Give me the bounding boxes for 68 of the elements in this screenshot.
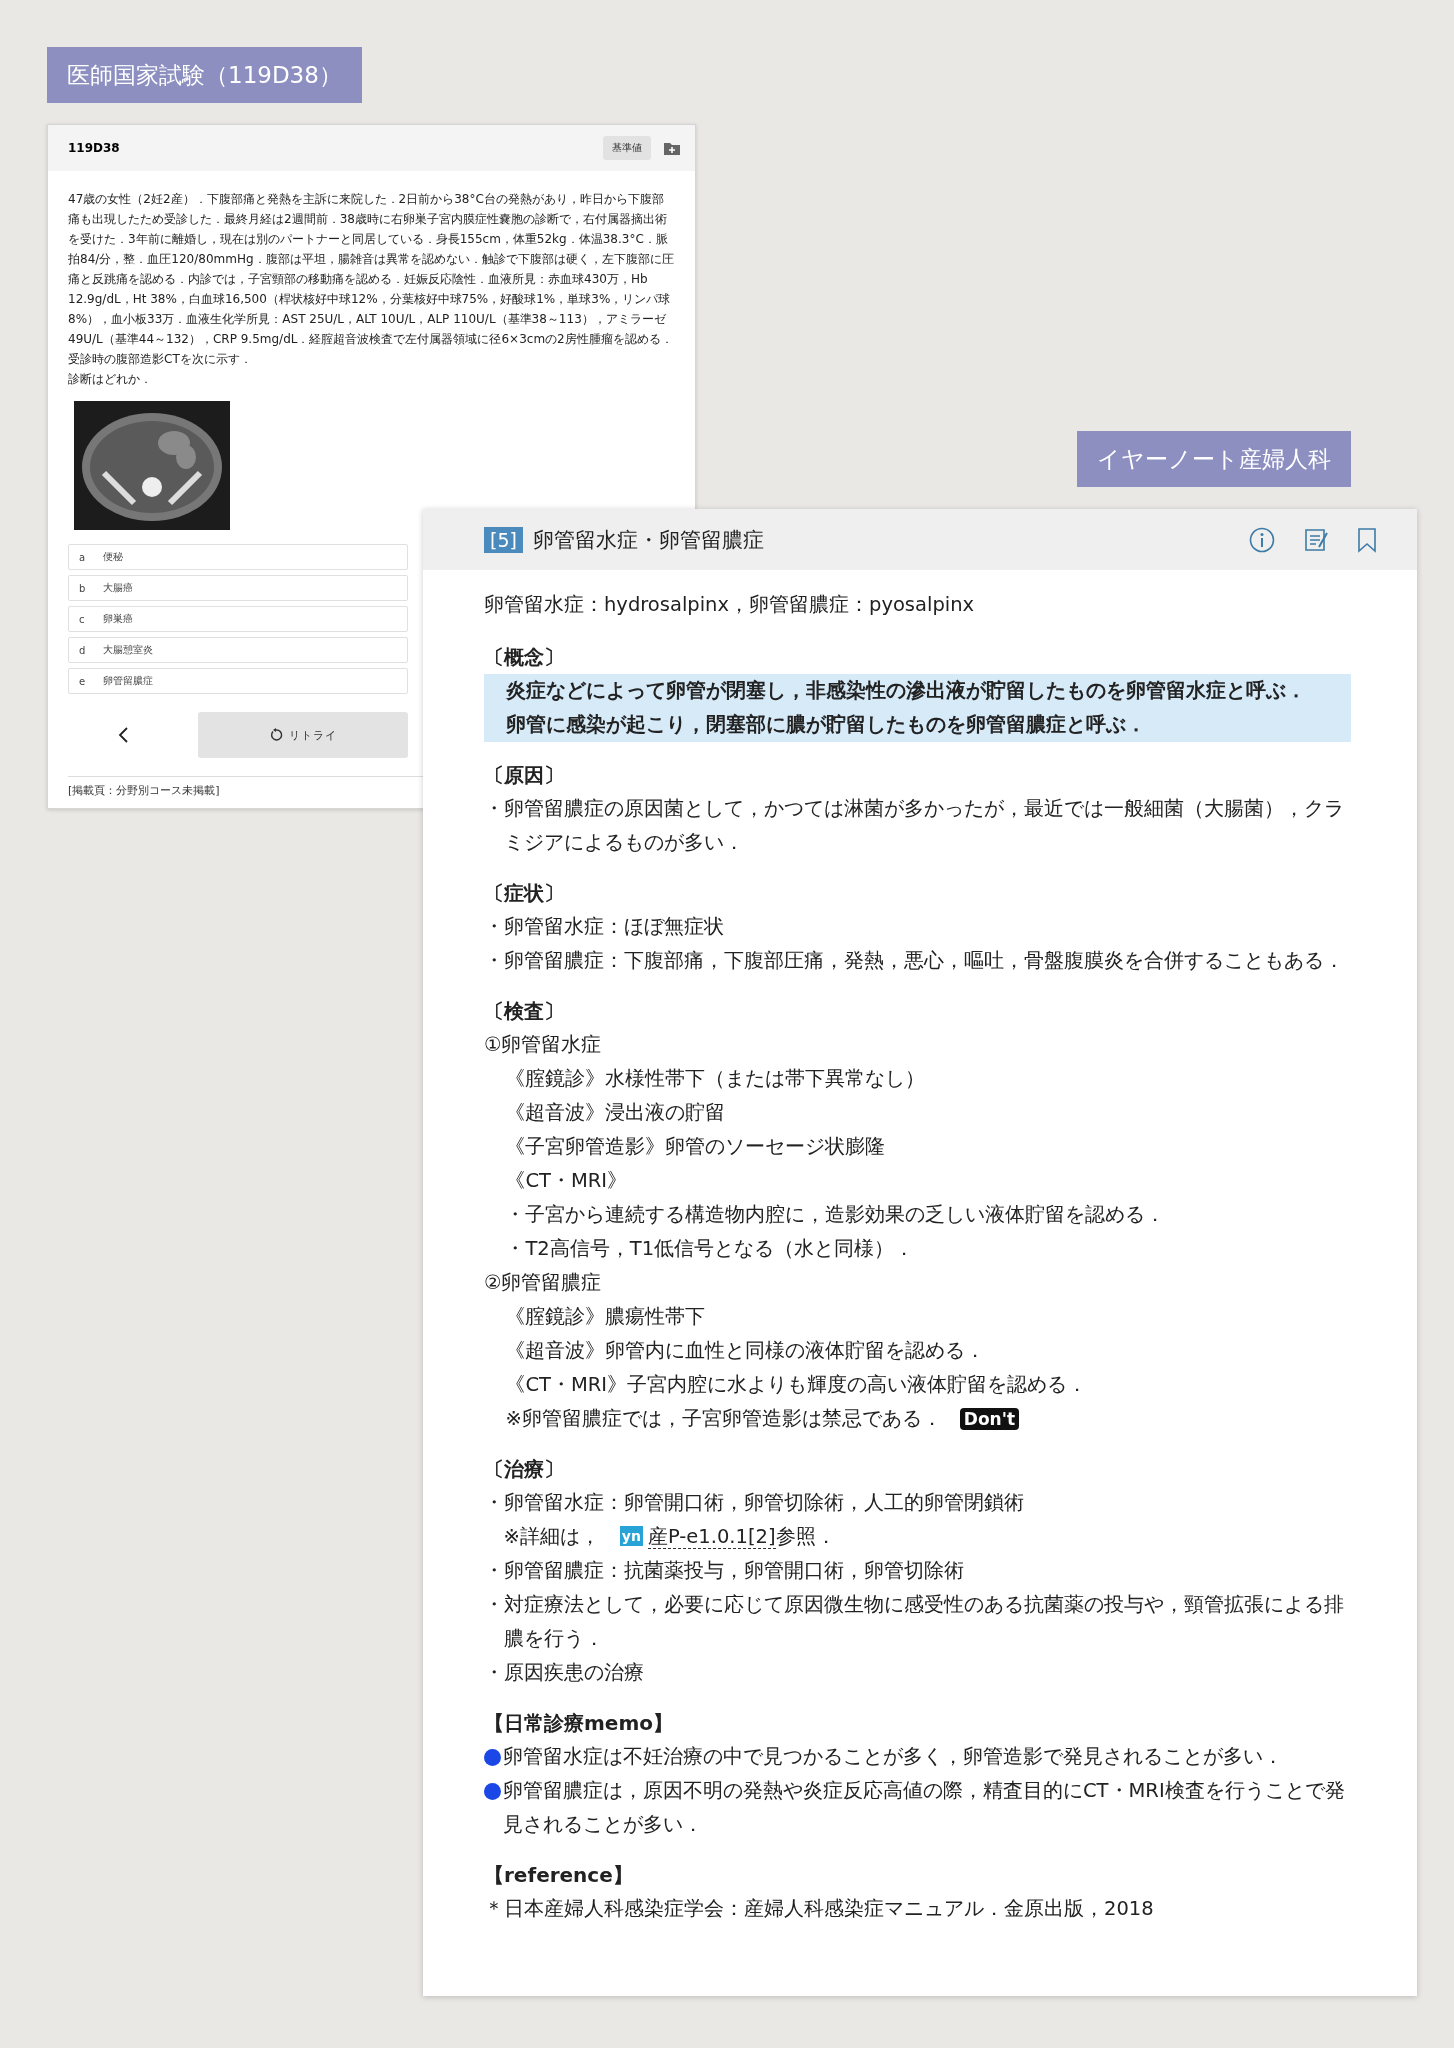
option-letter: a xyxy=(79,551,86,563)
bookmark-icon[interactable] xyxy=(1357,526,1377,553)
answer-option[interactable]: e 卵管留膿症 xyxy=(68,668,408,694)
answer-option[interactable]: d 大腸憩室炎 xyxy=(68,637,408,663)
option-text: 大腸憩室炎 xyxy=(103,643,154,657)
section-label: 医師国家試験（119D38） xyxy=(47,47,362,103)
option-text: 卵巣癌 xyxy=(102,612,133,626)
note-line: 《腟鏡診》膿瘍性帯下 xyxy=(504,1304,707,1330)
answer-option[interactable]: c 卵巣癌 xyxy=(68,606,408,632)
chevron-left-icon xyxy=(117,726,129,744)
folder-plus-icon[interactable] xyxy=(663,140,681,156)
answer-option[interactable]: a 便秘 xyxy=(68,544,408,570)
note-line: ・卵管留水症：卵管開口術，卵管切除術，人工的卵管閉鎖術 xyxy=(484,1490,1025,1516)
note-line: 《超音波》浸出液の貯留 xyxy=(504,1100,727,1126)
note-line: ・卵管留水症：ほぼ無症状 xyxy=(484,914,725,940)
note-line: ②卵管留膿症 xyxy=(484,1270,603,1296)
section-heading: 〔治療〕 xyxy=(484,1456,565,1483)
option-text: 便秘 xyxy=(103,550,124,564)
note-line: 《CT・MRI》 xyxy=(504,1168,629,1194)
note-line: ・卵管留膿症：抗菌薬投与，卵管開口術，卵管切除術 xyxy=(484,1558,965,1584)
definition-line: 炎症などによって卵管が閉塞し，非感染性の滲出液が貯留したものを卵管留水症と呼ぶ． xyxy=(506,678,1307,704)
retry-icon xyxy=(269,728,283,742)
option-letter: e xyxy=(79,675,86,687)
note-line: 卵管留水症は不妊治療の中で見つかることが多く，卵管造影で発見されることが多い． xyxy=(503,1744,1283,1770)
section-heading: 〔概念〕 xyxy=(484,644,565,671)
note-line: 卵管留膿症は，原因不明の発熱や炎症反応高値の際，精査目的にCT・MRI検査を行うことで発見されることが多い． xyxy=(503,1778,1346,1838)
note-line: ※卵管留膿症では，子宮卵管造影は禁忌である． xyxy=(505,1407,942,1430)
note-line: 《CT・MRI》子宮内腔に水よりも輝度の高い液体貯留を認める． xyxy=(504,1372,1089,1398)
question-prompt: 診断はどれか． xyxy=(68,371,153,388)
question-id: 119D38 xyxy=(68,141,121,155)
option-letter: c xyxy=(79,613,85,625)
reference-values-button[interactable]: 基準値 xyxy=(603,136,651,160)
note-line: 参照． xyxy=(775,1525,836,1548)
cross-reference-link[interactable]: 産P-e1.0.1[2] xyxy=(647,1525,776,1549)
note-line: ①卵管留水症 xyxy=(484,1032,603,1058)
warning-badge: Don't xyxy=(959,1408,1019,1430)
retry-button[interactable]: リトライ xyxy=(198,712,408,758)
note-line: 《腟鏡診》水様性帯下（または帯下異常なし） xyxy=(504,1066,927,1092)
answer-option[interactable]: b 大腸癌 xyxy=(68,575,408,601)
note-line: ※詳細は， xyxy=(503,1525,600,1548)
note-line: ・卵管留膿症の原因菌として，かつては淋菌が多かったが，最近では一般細菌（大腸菌），クラミジアによるものが多い． xyxy=(484,796,1345,856)
note-line: ・卵管留膿症：下腹部痛，下腹部圧痛，発熱，悪心，嘔吐，骨盤腹膜炎を合併することもある． xyxy=(484,948,1345,974)
option-letter: b xyxy=(79,582,86,594)
option-text: 卵管留膿症 xyxy=(103,674,154,688)
note-line: ＊日本産婦人科感染症学会：産婦人科感染症マニュアル．金原出版，2018 xyxy=(484,1896,1155,1922)
book-logo: yn xyxy=(619,1526,643,1546)
term-translation: 卵管留水症：hydrosalpinx，卵管留膿症：pyosalpinx xyxy=(484,592,976,618)
bullet-dot-icon xyxy=(484,1749,501,1766)
note-title: 卵管留水症・卵管留膿症 xyxy=(532,526,765,554)
option-letter: d xyxy=(79,644,86,656)
section-heading: 〔症状〕 xyxy=(484,880,565,907)
question-text: 47歳の女性（2妊2産）．下腹部痛と発熱を主訴に来院した．2日前から38°C台の発熱があり，昨日から下腹部痛も出現したため受診した．最終月経は2週間前．38歳時に右卵巣子宮内膜症性嚢胞の診断で，右付属器摘出術を受けた．3年前に離婚し，現在は別のパートナーと同居している．身長155cm，体重52kg．体温38.3°C．脈拍84/分，整．血圧120/80mmHg．腹部は平坦，腸雑音は異常を認めない．触診で下腹部は硬く，左下腹部に圧痛と反跳痛を認める．内診では，子宮頸部の移動痛を認める．妊娠反応陰性．血液所見：赤血球430万，Hb 12.9g/dL，Ht 38%，白血球16,500（桿状核好中球12%，分葉核好中球75%，好酸球1%，単球3%，リンパ球8%），血小板33万．血液生化学所見：AST 25U/L，ALT 10U/L，ALP 110U/L（基準38～113），アミラーゼ49U/L（基準44～132），CRP 9.5mg/dL．経腟超音波検査で左付属器領域に径6×3cmの2房性腫瘤を認める．受診時の腹部造影CTを次に示す． xyxy=(68,191,675,368)
info-icon[interactable] xyxy=(1249,526,1275,553)
definition-line: 卵管に感染が起こり，閉塞部に膿が貯留したものを卵管留膿症と呼ぶ． xyxy=(506,712,1147,738)
note-line: ・原因疾患の治療 xyxy=(484,1660,645,1686)
section-label: イヤーノート産婦人科 xyxy=(1077,431,1351,487)
note-edit-icon[interactable] xyxy=(1303,526,1329,553)
note-line: 《子宮卵管造影》卵管のソーセージ状膨隆 xyxy=(504,1134,887,1160)
note-line: ・T2高信号，T1低信号となる（水と同様）． xyxy=(504,1236,916,1262)
note-line: ・子宮から連続する構造物内腔に，造影効果の乏しい液体貯留を認める． xyxy=(504,1202,1167,1228)
chapter-number: [5] xyxy=(484,526,523,553)
bullet-dot-icon xyxy=(484,1783,501,1800)
note-line: 《超音波》卵管内に血性と同様の液体貯留を認める． xyxy=(504,1338,987,1364)
section-heading: 【日常診療memo】 xyxy=(484,1710,674,1737)
section-heading: 【reference】 xyxy=(484,1862,634,1889)
note-line: ・対症療法として，必要に応じて原因微生物に感受性のある抗菌薬の投与や，頸管拡張による排膿を行う． xyxy=(484,1592,1345,1652)
option-text: 大腸癌 xyxy=(103,581,134,595)
section-heading: 〔検査〕 xyxy=(484,998,565,1025)
